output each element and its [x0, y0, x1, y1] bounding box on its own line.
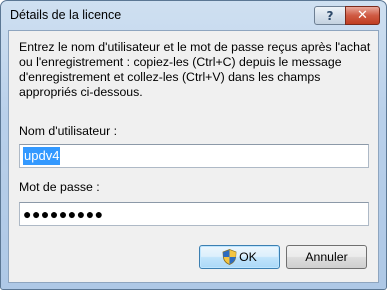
username-label: Nom d'utilisateur : — [19, 124, 118, 138]
window-title: Détails de la licence — [10, 8, 122, 22]
uac-shield-icon — [222, 249, 237, 265]
close-button[interactable]: ✕ — [345, 6, 380, 25]
license-dialog-window: Détails de la licence ? ✕ Entrez le nom … — [0, 0, 387, 290]
password-value: ●●●●●●●●● — [23, 206, 104, 222]
username-field[interactable]: updv4 — [19, 144, 369, 168]
instructions-text: Entrez le nom d'utilisateur et le mot de… — [19, 40, 371, 99]
password-label: Mot de passe : — [19, 180, 100, 194]
cancel-button[interactable]: Annuler — [286, 245, 367, 269]
ok-button[interactable]: OK — [199, 245, 280, 269]
cancel-label: Annuler — [305, 250, 348, 264]
dialog-body: Entrez le nom d'utilisateur et le mot de… — [8, 30, 379, 283]
username-value: updv4 — [23, 147, 61, 165]
password-field[interactable]: ●●●●●●●●● — [19, 202, 369, 226]
close-icon: ✕ — [357, 8, 368, 23]
ok-label: OK — [239, 250, 257, 264]
help-button[interactable]: ? — [314, 6, 346, 25]
help-icon: ? — [326, 8, 334, 23]
title-bar[interactable]: Détails de la licence ? ✕ — [1, 1, 386, 29]
